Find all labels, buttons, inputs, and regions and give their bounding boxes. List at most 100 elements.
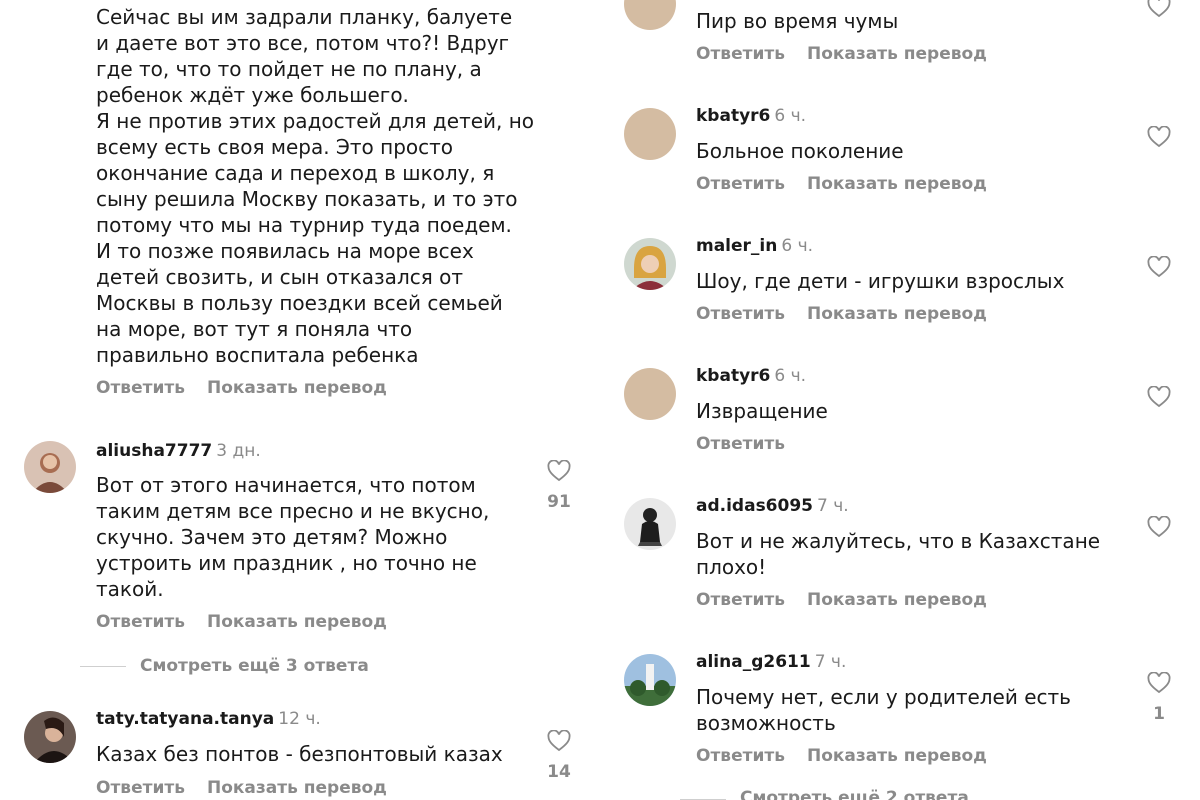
- comment-actions: Ответить: [696, 434, 807, 454]
- comment-line: где то, что то пойдет не по плану, а: [96, 57, 482, 81]
- like-heart-icon[interactable]: [547, 730, 571, 752]
- translate-button[interactable]: Показать перевод: [207, 612, 387, 632]
- comment-text: Извращение: [696, 398, 828, 424]
- comment-text: Больное поколение: [696, 138, 904, 164]
- comment-text: Вот и не жалуйтесь, что в Казахстане пло…: [696, 528, 1100, 580]
- comment-meta: alina_g2611 7 ч.: [696, 652, 846, 672]
- comment-time: 6 ч.: [781, 236, 814, 256]
- comment-line: ребенок ждёт уже большего.: [96, 83, 409, 107]
- like-heart-icon[interactable]: [1147, 516, 1171, 538]
- username-link[interactable]: aliusha7777: [96, 441, 212, 461]
- comment-line: таким детям все пресно и не вкусно,: [96, 499, 490, 523]
- comment-actions: Ответить Показать перевод: [696, 174, 1009, 194]
- reply-button[interactable]: Ответить: [696, 44, 785, 64]
- avatar[interactable]: [624, 108, 676, 160]
- like-heart-icon[interactable]: [1147, 386, 1171, 408]
- comment-line: правильно воспитала ребенка: [96, 343, 419, 367]
- reply-button[interactable]: Ответить: [96, 778, 185, 798]
- comment-line: всему есть своя мера. Это просто: [96, 135, 454, 159]
- like-heart-icon[interactable]: [1147, 126, 1171, 148]
- comment-line: Вот от этого начинается, что потом: [96, 473, 476, 497]
- comment-line: И то позже появилась на море всех: [96, 239, 474, 263]
- comment-actions: Ответить Показать перевод: [696, 304, 1009, 324]
- username-link[interactable]: alina_g2611: [696, 652, 811, 672]
- translate-button[interactable]: Показать перевод: [207, 778, 387, 798]
- username-link[interactable]: taty.tatyana.tanya: [96, 709, 274, 729]
- reply-button[interactable]: Ответить: [96, 378, 185, 398]
- comment-line: Москвы в пользу поездки всей семьей: [96, 291, 503, 315]
- reply-button[interactable]: Ответить: [96, 612, 185, 632]
- like-count: 1: [1153, 704, 1165, 724]
- comment-actions: Ответить Показать перевод: [696, 590, 1009, 610]
- username-link[interactable]: ad.idas6095: [696, 496, 813, 516]
- left-column: Сейчас вы им задрали планку, балуете и д…: [0, 0, 600, 800]
- like-heart-icon[interactable]: [1147, 672, 1171, 694]
- reply-button[interactable]: Ответить: [696, 746, 785, 766]
- reply-button[interactable]: Ответить: [696, 434, 785, 454]
- comment-line: окончание сада и переход в школу, я: [96, 161, 495, 185]
- comment-line: Сейчас вы им задрали планку, балуете: [96, 5, 513, 29]
- username-link[interactable]: kbatyr6: [696, 106, 770, 126]
- comment-text: Почему нет, если у родителей есть возмож…: [696, 684, 1071, 736]
- comment-text: Казах без понтов - безпонтовый казах: [96, 741, 503, 767]
- comment-actions: Ответить Показать перевод: [696, 44, 1009, 64]
- comment-actions: Ответить Показать перевод: [96, 778, 409, 798]
- comment-line: детей свозить, и сын отказался от: [96, 265, 463, 289]
- like-heart-icon[interactable]: [547, 460, 571, 482]
- comment-time: 7 ч.: [814, 652, 847, 672]
- comment-text: Сейчас вы им задрали планку, балуете и д…: [96, 4, 534, 368]
- comment-line: плохо!: [696, 555, 767, 579]
- translate-button[interactable]: Показать перевод: [807, 44, 987, 64]
- avatar[interactable]: [624, 238, 676, 290]
- like-heart-icon[interactable]: [1147, 0, 1171, 18]
- avatar[interactable]: [24, 441, 76, 493]
- comment-line: на море, вот тут я поняла что: [96, 317, 413, 341]
- comment-actions: Ответить Показать перевод: [696, 746, 1009, 766]
- comment-line: возможность: [696, 711, 836, 735]
- comment-line: Больное поколение: [696, 139, 904, 163]
- reply-button[interactable]: Ответить: [696, 304, 785, 324]
- username-link[interactable]: kbatyr6: [696, 366, 770, 386]
- comment-line: такой.: [96, 577, 164, 601]
- translate-button[interactable]: Показать перевод: [807, 174, 987, 194]
- comment-actions: Ответить Показать перевод: [96, 378, 409, 398]
- username-link[interactable]: maler_in: [696, 236, 777, 256]
- comment-line: Я не против этих радостей для детей, но: [96, 109, 535, 133]
- comment-text: Вот от этого начинается, что потом таким…: [96, 472, 489, 602]
- comment-meta: taty.tatyana.tanya 12 ч.: [96, 709, 321, 729]
- comment-meta: ad.idas6095 7 ч.: [696, 496, 849, 516]
- translate-button[interactable]: Показать перевод: [807, 590, 987, 610]
- comment-time: 12 ч.: [278, 709, 321, 729]
- avatar[interactable]: [624, 498, 676, 550]
- comment-time: 6 ч.: [774, 106, 807, 126]
- comment-line: Почему нет, если у родителей есть: [696, 685, 1071, 709]
- translate-button[interactable]: Показать перевод: [807, 304, 987, 324]
- view-more-replies-button[interactable]: Смотреть ещё 3 ответа: [140, 656, 369, 676]
- avatar[interactable]: [24, 711, 76, 763]
- like-count: 91: [547, 492, 571, 512]
- comment-line: и даете вот это все, потом что?! Вдруг: [96, 31, 510, 55]
- comment-time: 7 ч.: [817, 496, 849, 516]
- comment-meta: kbatyr6 6 ч.: [696, 366, 806, 386]
- like-count: 14: [547, 762, 571, 782]
- reply-button[interactable]: Ответить: [696, 590, 785, 610]
- right-column: Пир во время чумы Ответить Показать перев…: [600, 0, 1200, 800]
- translate-button[interactable]: Показать перевод: [807, 746, 987, 766]
- comment-line: Пир во время чумы: [696, 9, 899, 33]
- translate-button[interactable]: Показать перевод: [207, 378, 387, 398]
- comment-time: 3 дн.: [216, 441, 261, 461]
- view-more-replies-button[interactable]: Смотреть ещё 2 ответа: [740, 788, 969, 800]
- comment-actions: Ответить Показать перевод: [96, 612, 409, 632]
- avatar[interactable]: [624, 368, 676, 420]
- like-heart-icon[interactable]: [1147, 256, 1171, 278]
- comment-meta: aliusha7777 3 дн.: [96, 441, 261, 461]
- comment-line: потому что мы на турнир туда поедем.: [96, 213, 512, 237]
- comment-line: устроить им праздник , но точно не: [96, 551, 477, 575]
- avatar[interactable]: [624, 0, 676, 30]
- reply-button[interactable]: Ответить: [696, 174, 785, 194]
- avatar[interactable]: [624, 654, 676, 706]
- comment-line: Шоу, где дети - игрушки взрослых: [696, 269, 1065, 293]
- comment-line: Вот и не жалуйтесь, что в Казахстане: [696, 529, 1101, 553]
- comment-meta: kbatyr6 6 ч.: [696, 106, 806, 126]
- comment-line: скучно. Зачем это детям? Можно: [96, 525, 448, 549]
